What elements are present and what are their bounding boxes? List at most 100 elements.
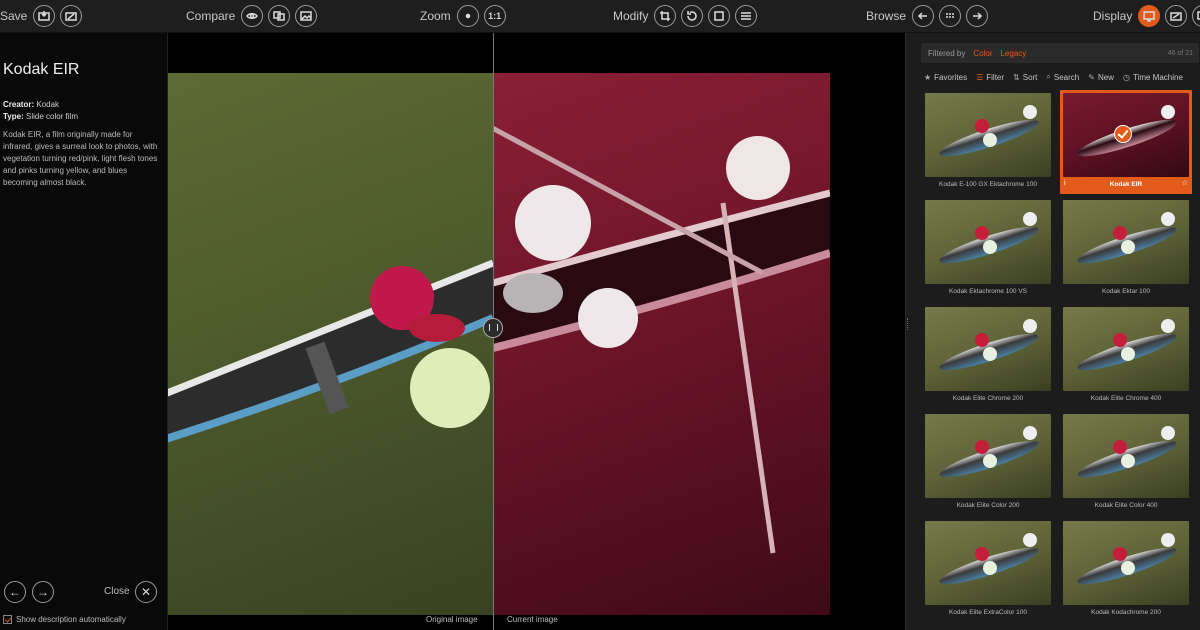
modify-group: Modify — [613, 4, 762, 28]
preset-thumbnail[interactable]: Kodak Kodachrome 200 — [1060, 518, 1192, 622]
preset-thumbnail[interactable]: Kodak Ektar 100 — [1060, 197, 1192, 301]
preset-preview-image — [925, 307, 1051, 391]
preset-preview-image — [925, 521, 1051, 605]
compare-label: Compare — [186, 9, 236, 23]
original-image-caption: Original image — [426, 615, 478, 624]
sort-label: Sort — [1022, 72, 1038, 82]
panel-resize-grip[interactable] — [907, 318, 910, 330]
time-machine-label: Time Machine — [1132, 72, 1183, 82]
new-icon: ✎ — [1088, 72, 1095, 82]
split-compare-icon[interactable] — [268, 5, 291, 27]
close-label[interactable]: Close — [104, 586, 130, 597]
selected-check-icon — [1114, 125, 1132, 143]
checkbox-checked-icon[interactable] — [3, 615, 12, 624]
zoom-group: Zoom 1:1 — [420, 4, 511, 28]
zoom-one-to-one-button[interactable]: 1:1 — [483, 5, 506, 27]
filter-icon: ☰ — [976, 72, 984, 82]
save-label: Save — [0, 9, 28, 23]
arrow-right-icon[interactable] — [966, 5, 989, 27]
search-icon: ⌕ — [1046, 72, 1051, 81]
sort-icon: ⇅ — [1013, 72, 1020, 82]
type-value: Slide color film — [25, 112, 78, 121]
original-image-half — [167, 73, 495, 615]
preset-label: Kodak Elite Chrome 400 — [1090, 395, 1162, 402]
display-group: Display — [1093, 4, 1200, 28]
top-toolbar: Save Compare Zoom 1:1 Modify Browse Disp… — [0, 0, 1200, 33]
save-image-button[interactable] — [33, 5, 56, 27]
filter-button[interactable]: ☰ Filter — [976, 70, 1004, 84]
show-description-label: Show description automatically — [16, 615, 126, 624]
preset-thumbnail[interactable]: Kodak Elite Chrome 200 — [922, 304, 1054, 408]
preset-preview-image — [1063, 200, 1189, 284]
preset-thumbnail[interactable]: Kodak Elite ExtraColor 100 — [922, 518, 1054, 622]
new-preset-button[interactable]: ✎ New — [1088, 70, 1114, 84]
next-preset-button[interactable]: → — [32, 581, 54, 603]
photo-canvas[interactable] — [167, 73, 830, 615]
preset-label: Kodak E-100 GX Ektachrome 100 — [939, 181, 1037, 188]
save-group: Save — [0, 4, 87, 28]
preset-thumbnail[interactable]: Kodak Elite Color 400 — [1060, 411, 1192, 515]
star-icon: ★ — [924, 72, 932, 82]
filter-label: Filter — [986, 72, 1005, 82]
eye-icon[interactable] — [241, 5, 264, 27]
rotate-icon[interactable] — [681, 5, 704, 27]
preset-label: Kodak Elite Color 400 — [1094, 502, 1158, 509]
show-description-checkbox[interactable]: Show description automatically — [3, 615, 126, 624]
preset-thumbnail-selected[interactable]: i Kodak EIR ☆ — [1060, 90, 1192, 194]
image-compare-icon[interactable] — [295, 5, 318, 27]
filter-bar[interactable]: Filtered by Color Legacy 46 of 21 — [921, 43, 1199, 63]
time-machine-button[interactable]: ◷ Time Machine — [1123, 70, 1183, 84]
preset-preview-image — [1063, 521, 1189, 605]
favorites-label: Favorites — [934, 72, 968, 82]
preset-label: Kodak Ektachrome 100 VS — [948, 288, 1028, 295]
type-label: Type: — [3, 112, 24, 121]
adjustments-panel-icon[interactable] — [1165, 5, 1188, 27]
preset-meta: Creator: Kodak Type: Slide color film — [3, 99, 78, 123]
preset-thumbnail[interactable]: Kodak Elite Chrome 400 — [1060, 304, 1192, 408]
preset-thumbnail[interactable]: Kodak E-100 GX Ektachrome 100 — [922, 90, 1054, 194]
filter-tag-color[interactable]: Color — [973, 49, 992, 58]
arrow-left-icon[interactable] — [912, 5, 935, 27]
grid-view-icon[interactable] — [939, 5, 962, 27]
preset-preview-image — [925, 93, 1051, 177]
previous-preset-button[interactable]: ← — [4, 581, 26, 603]
preset-preview-image — [925, 200, 1051, 284]
filter-tag-legacy[interactable]: Legacy — [1000, 49, 1026, 58]
split-handle-icon[interactable] — [483, 318, 503, 338]
save-preset-button[interactable] — [60, 5, 83, 27]
favorite-star-icon[interactable]: ☆ — [1182, 179, 1188, 187]
preset-label: Kodak Ektar 100 — [1101, 288, 1151, 295]
preset-thumbnail[interactable]: Kodak Elite Color 200 — [922, 411, 1054, 515]
presets-panel-icon[interactable] — [1138, 5, 1161, 27]
search-label: Search — [1053, 72, 1080, 82]
clock-icon: ◷ — [1122, 72, 1130, 82]
image-preview-area: Kodak EIR Creator: Kodak Type: Slide col… — [0, 33, 905, 630]
preset-label: Kodak Elite Chrome 200 — [952, 395, 1024, 402]
favorites-button[interactable]: ★ Favorites — [924, 70, 967, 84]
sort-button[interactable]: ⇅ Sort — [1013, 70, 1037, 84]
display-label: Display — [1093, 9, 1133, 23]
search-button[interactable]: ⌕ Search — [1046, 70, 1079, 84]
close-icon[interactable]: ✕ — [135, 581, 157, 603]
current-image-caption: Current image — [507, 615, 558, 624]
preset-label: Kodak Elite ExtraColor 100 — [948, 609, 1028, 616]
description-panel: Kodak EIR Creator: Kodak Type: Slide col… — [0, 33, 168, 630]
panel-tools: ★ Favorites ☰ Filter ⇅ Sort ⌕ Search ✎ New ◷ T… — [924, 70, 1200, 84]
zoom-fit-icon[interactable] — [456, 5, 479, 27]
creator-label: Creator: — [3, 100, 35, 109]
preset-label: Kodak EIR — [1109, 181, 1143, 188]
presets-panel: Filtered by Color Legacy 46 of 21 ★ Favor… — [905, 33, 1200, 630]
crop-icon[interactable] — [654, 5, 677, 27]
browse-group: Browse — [866, 4, 993, 28]
preset-label: Kodak Kodachrome 200 — [1091, 609, 1161, 616]
layers-panel-icon[interactable] — [1192, 5, 1200, 27]
creator-value: Kodak — [36, 100, 60, 109]
preset-preview-image — [1063, 307, 1189, 391]
preset-title: Kodak EIR — [3, 61, 80, 78]
compare-group: Compare — [186, 4, 322, 28]
modify-label: Modify — [613, 9, 649, 23]
adjust-sliders-icon[interactable] — [735, 5, 758, 27]
preset-thumbnail[interactable]: Kodak Ektachrome 100 VS — [922, 197, 1054, 301]
result-count: 46 of 21 — [1167, 49, 1193, 57]
frame-icon[interactable] — [708, 5, 731, 27]
